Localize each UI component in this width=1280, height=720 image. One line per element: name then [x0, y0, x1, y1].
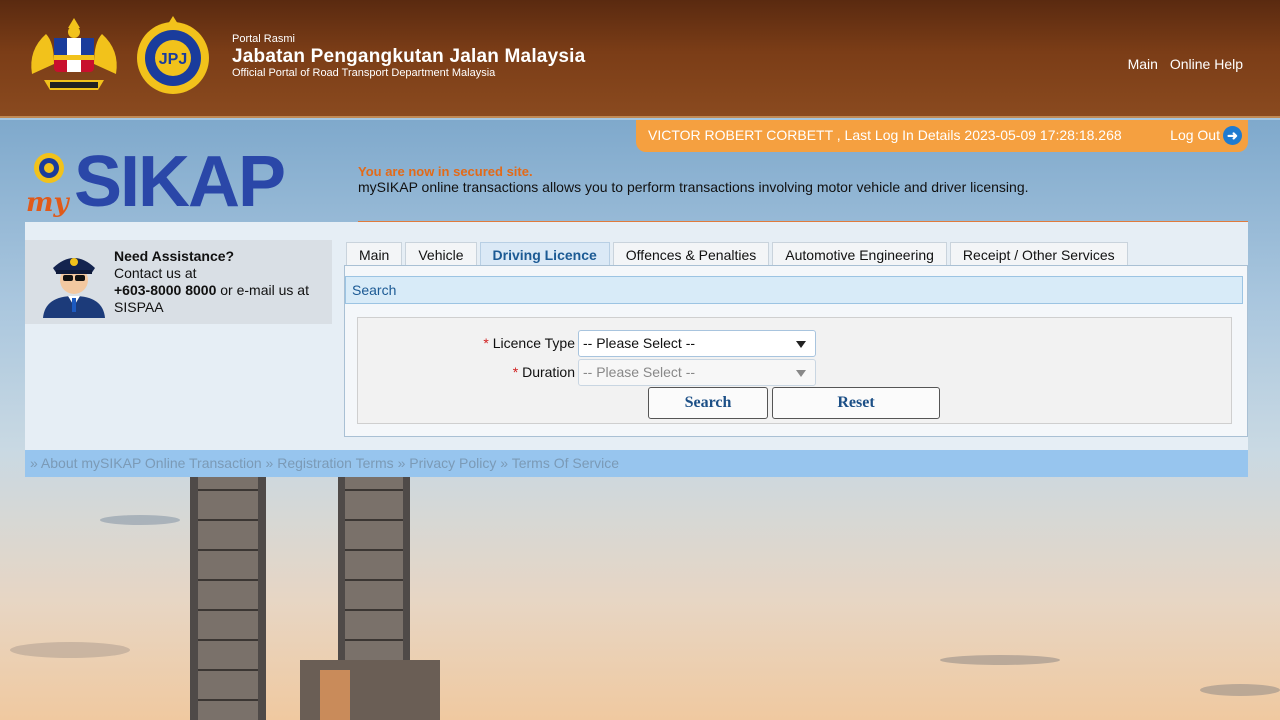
mysikap-logo: SIKAP my: [26, 142, 316, 222]
chevron-down-icon: [796, 341, 806, 348]
duration-select[interactable]: -- Please Select --: [578, 359, 816, 386]
secure-title: You are now in secured site.: [358, 164, 533, 179]
assistance-text: Need Assistance? Contact us at +603-8000…: [114, 248, 309, 316]
chevron-down-icon: [796, 370, 806, 377]
jpj-emblem-icon: JPJ: [137, 16, 209, 94]
search-form: * Licence Type -- Please Select -- * Dur…: [357, 317, 1232, 424]
search-button[interactable]: Search: [648, 387, 768, 419]
duration-selected-value: -- Please Select --: [583, 364, 696, 380]
duration-label-text: Duration: [522, 364, 575, 380]
footer-link-terms-of-service[interactable]: » Terms Of Service: [500, 455, 619, 471]
footer-link-registration-terms[interactable]: » Registration Terms: [266, 455, 394, 471]
portal-titles: Portal Rasmi Jabatan Pengangkutan Jalan …: [232, 33, 585, 80]
secure-notice: You are now in secured site. mySIKAP onl…: [358, 164, 1029, 196]
header-links: Main Online Help: [1120, 56, 1243, 72]
assistance-sispaa[interactable]: SISPAA: [114, 299, 309, 316]
search-section-header: Search: [345, 276, 1243, 304]
footer-link-privacy-policy[interactable]: » Privacy Policy: [398, 455, 497, 471]
portal-small-title: Portal Rasmi: [232, 33, 295, 45]
header-link-online-help[interactable]: Online Help: [1170, 56, 1243, 72]
footer-links: » About mySIKAP Online Transaction » Reg…: [25, 450, 1248, 477]
kl-skyline-image: [10, 470, 1280, 720]
assistance-phone-line: +603-8000 8000 or e-mail us at: [114, 282, 309, 299]
licence-type-select[interactable]: -- Please Select --: [578, 330, 816, 357]
malaysia-coat-of-arms-icon: [31, 18, 117, 90]
licence-type-label-text: Licence Type: [492, 335, 575, 351]
brand-name: SIKAP: [74, 142, 286, 222]
assistance-title: Need Assistance?: [114, 248, 235, 264]
logout-link[interactable]: Log Out: [1170, 120, 1220, 150]
secure-description: mySIKAP online transactions allows you t…: [358, 179, 1029, 195]
duration-label: * Duration: [375, 364, 575, 380]
brand-prefix: my: [26, 188, 69, 218]
svg-text:JPJ: JPJ: [159, 51, 187, 68]
reset-button[interactable]: Reset: [772, 387, 940, 419]
required-marker: *: [483, 335, 489, 351]
header-link-main[interactable]: Main: [1128, 56, 1158, 72]
portal-title: Jabatan Pengangkutan Jalan Malaysia: [232, 46, 586, 67]
user-session-bar: VICTOR ROBERT CORBETT , Last Log In Deta…: [636, 120, 1248, 152]
required-marker: *: [512, 364, 519, 380]
licence-type-label: * Licence Type: [375, 335, 575, 351]
officer-avatar-icon: [43, 258, 105, 318]
user-login-details: VICTOR ROBERT CORBETT , Last Log In Deta…: [648, 127, 1122, 143]
portal-subtitle: Official Portal of Road Transport Depart…: [232, 67, 496, 79]
licence-type-selected-value: -- Please Select --: [583, 335, 696, 351]
arrow-right-circle-icon[interactable]: ➜: [1223, 126, 1242, 145]
assistance-phone[interactable]: +603-8000 8000: [114, 282, 216, 298]
assistance-email-prefix: or e-mail us at: [216, 282, 309, 298]
assistance-contact-line: Contact us at: [114, 265, 197, 281]
jpj-badge-icon: [34, 153, 64, 183]
assistance-box: Need Assistance? Contact us at +603-8000…: [25, 240, 332, 324]
portal-header: JPJ Portal Rasmi Jabatan Pengangkutan Ja…: [0, 0, 1280, 118]
footer-link-about[interactable]: » About mySIKAP Online Transaction: [30, 455, 262, 471]
